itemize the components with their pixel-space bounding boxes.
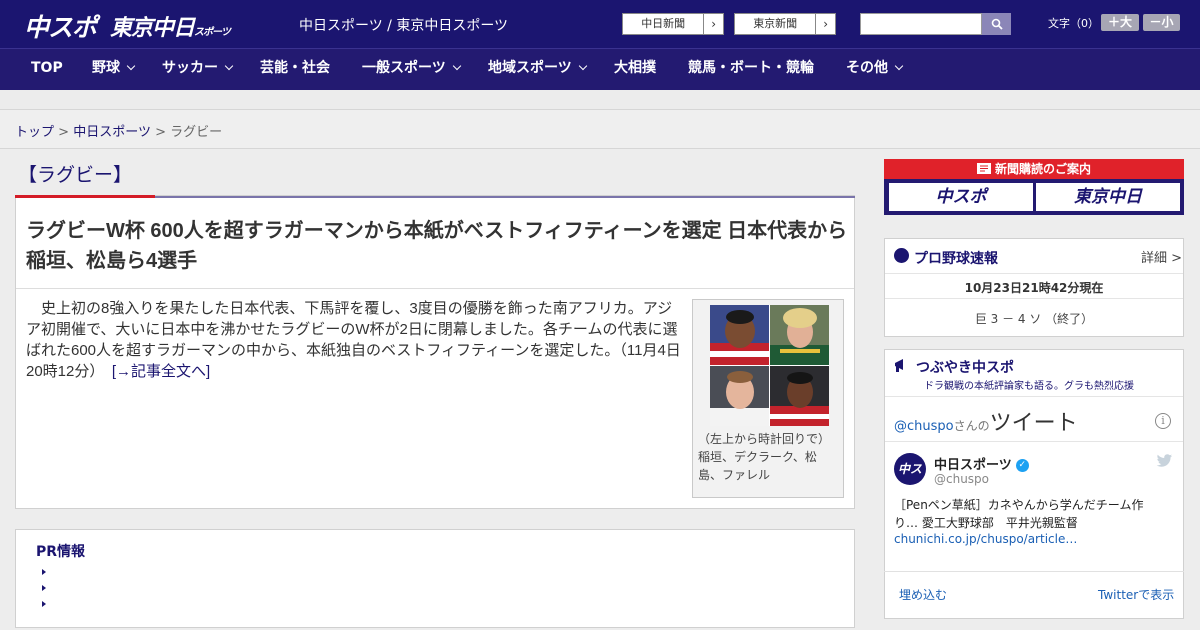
photo-caption: （左上から時計回りで）稲垣、デクラーク、松島、ファレル	[698, 432, 831, 482]
breadcrumb-separator: >	[155, 125, 166, 140]
embed-link[interactable]: 埋め込む	[899, 586, 947, 603]
photo-de-klerk	[770, 305, 829, 365]
avatar[interactable]: 中スポ	[894, 453, 926, 508]
photo-matsushima	[770, 366, 829, 426]
view-on-twitter-link[interactable]: Twitterで表示	[1098, 586, 1174, 603]
game-score[interactable]: 巨 3 － 4 ソ （終了）	[884, 310, 1184, 327]
pr-title: PR情報	[36, 544, 86, 560]
score-updated-time: 10月23日21時42分現在	[964, 281, 1104, 295]
subscribe-tokyo-chunichi-button[interactable]: 東京中日	[1035, 182, 1181, 212]
pr-section	[15, 529, 855, 628]
category-divider	[155, 196, 855, 198]
nav-label: 地域スポーツ	[488, 60, 572, 76]
photo-inagaki	[710, 305, 769, 365]
baseball-icon	[894, 248, 909, 263]
site-title: 中日スポーツ / 東京中日スポーツ	[299, 18, 509, 34]
breadcrumb-chuspo-link[interactable]: 中日スポーツ	[73, 125, 151, 140]
chuspo-logo[interactable]: 中スポ	[24, 8, 97, 44]
nav-label: 一般スポーツ	[362, 60, 446, 76]
twitter-handle-link[interactable]: @chuspo	[894, 419, 954, 434]
tweet-link[interactable]: chunichi.co.jp/chuspo/article…	[894, 532, 1077, 546]
twitter-widget-subtitle: ドラ観戦の本紙評論家も語る。グラも熱烈応援	[924, 381, 1134, 392]
font-size-label: 文字（0）	[1048, 17, 1099, 30]
info-icon[interactable]: i	[1155, 413, 1171, 429]
twitter-handle-suffix: さんの	[953, 419, 990, 433]
twitter-footer-divider	[884, 571, 1184, 572]
nav-item-baseball[interactable]: 野球	[92, 48, 136, 90]
header-band	[0, 90, 1200, 110]
twitter-divider	[885, 441, 1183, 442]
nav-label: TOP	[31, 60, 63, 76]
tweets-by-header: @chuspoさんのツイート	[894, 405, 1078, 437]
baseball-divider	[885, 273, 1183, 274]
baseball-divider	[885, 298, 1183, 299]
newspaper-icon	[976, 163, 991, 174]
nav-label: 野球	[92, 60, 120, 76]
tokyo-chunichi-logo-text: 東京中日	[110, 16, 195, 41]
nav-item-top[interactable]: TOP	[31, 48, 63, 90]
nav-item-other[interactable]: その他	[846, 48, 904, 90]
article-summary: 史上初の8強入りを果たした日本代表、下馬評を覆し、3度目の優勝を飾った南アフリカ…	[26, 298, 681, 382]
search-input[interactable]	[860, 13, 982, 35]
breadcrumb: トップ > 中日スポーツ > ラグビー	[15, 121, 222, 140]
baseball-widget-title: プロ野球速報	[914, 251, 998, 267]
nav-label: 競馬・ボート・競輪	[688, 60, 814, 76]
nav-item-general-sports[interactable]: 一般スポーツ	[362, 48, 461, 90]
twitter-divider	[885, 396, 1183, 397]
nav-item-racing[interactable]: 競馬・ボート・競輪	[688, 48, 814, 90]
category-accent-bar	[15, 195, 155, 198]
nav-label: 芸能・社会	[260, 60, 330, 76]
search-button[interactable]	[982, 13, 1011, 35]
tweet-account-name-text: 中日スポーツ	[934, 458, 1012, 473]
breadcrumb-top-link[interactable]: トップ	[15, 125, 54, 140]
breadcrumb-current: ラグビー	[170, 125, 223, 140]
player-photo-collage[interactable]	[710, 305, 829, 426]
nav-label: 大相撲	[614, 60, 656, 76]
article-headline[interactable]: ラグビーW杯 600人を超すラガーマンから本紙がベストフィフティーンを選定 日本…	[26, 216, 848, 276]
breadcrumb-separator: >	[58, 125, 70, 140]
tokyo-shimbun-label: 東京新聞	[753, 17, 798, 30]
tweet-account-user[interactable]: @chuspo	[934, 472, 989, 486]
pr-bullet-icon	[42, 585, 46, 591]
tokyo-chunichi-logo-small: スポーツ	[194, 27, 231, 38]
twitter-bird-icon[interactable]	[1156, 454, 1173, 468]
chevron-right-icon: ›	[815, 14, 835, 34]
chevron-down-icon	[578, 61, 587, 71]
chevron-down-icon	[894, 61, 904, 71]
tokyo-shimbun-link[interactable]: 東京新聞 ›	[734, 13, 836, 35]
search-icon	[991, 18, 1003, 30]
font-bigger-button[interactable]: ＋大	[1101, 14, 1139, 31]
photo-figure: （左上から時計回りで）稲垣、デクラーク、松島、ファレル	[692, 299, 844, 498]
pr-bullet-icon	[42, 569, 46, 575]
chevron-down-icon	[452, 61, 461, 71]
subscription-title-text: 新聞購読のご案内	[994, 162, 1091, 176]
baseball-detail-link[interactable]: 詳細 >	[1141, 247, 1182, 266]
tweets-label: ツイート	[989, 411, 1078, 436]
photo-farrell	[710, 366, 769, 426]
twitter-widget-title: つぶやき中スポ	[916, 360, 1014, 376]
category-title: 【ラグビー】	[18, 164, 133, 186]
megaphone-icon	[895, 359, 903, 372]
nav-item-entertainment[interactable]: 芸能・社会	[260, 48, 330, 90]
verified-badge-icon: ✓	[1015, 459, 1029, 472]
chevron-down-icon	[224, 61, 234, 71]
chunichi-shimbun-link[interactable]: 中日新聞 ›	[622, 13, 724, 35]
nav-label: サッカー	[162, 60, 218, 76]
chevron-right-icon: ›	[703, 14, 723, 34]
tokyo-chunichi-logo[interactable]: 東京中日スポーツ	[110, 10, 231, 42]
subscribe-chuspo-button[interactable]: 中スポ	[888, 182, 1034, 212]
font-smaller-button[interactable]: －小	[1143, 14, 1180, 31]
nav-label: その他	[846, 60, 888, 76]
subscription-title: 新聞購読のご案内	[884, 159, 1184, 179]
chevron-down-icon	[126, 61, 136, 71]
tweet-account-name[interactable]: 中日スポーツ ✓	[934, 454, 1029, 473]
nav-item-sumo[interactable]: 大相撲	[614, 48, 656, 90]
pr-bullet-icon	[42, 601, 46, 607]
headline-divider	[16, 288, 854, 289]
read-more-link[interactable]: [→記事全文へ]	[112, 363, 210, 380]
tweet-text: ［Penペン草紙］カネやんから学んだチーム作り… 愛工大野球部 平井光親監督	[894, 498, 1144, 530]
nav-item-local-sports[interactable]: 地域スポーツ	[488, 48, 587, 90]
chunichi-shimbun-label: 中日新聞	[641, 17, 686, 30]
nav-item-soccer[interactable]: サッカー	[162, 48, 234, 90]
